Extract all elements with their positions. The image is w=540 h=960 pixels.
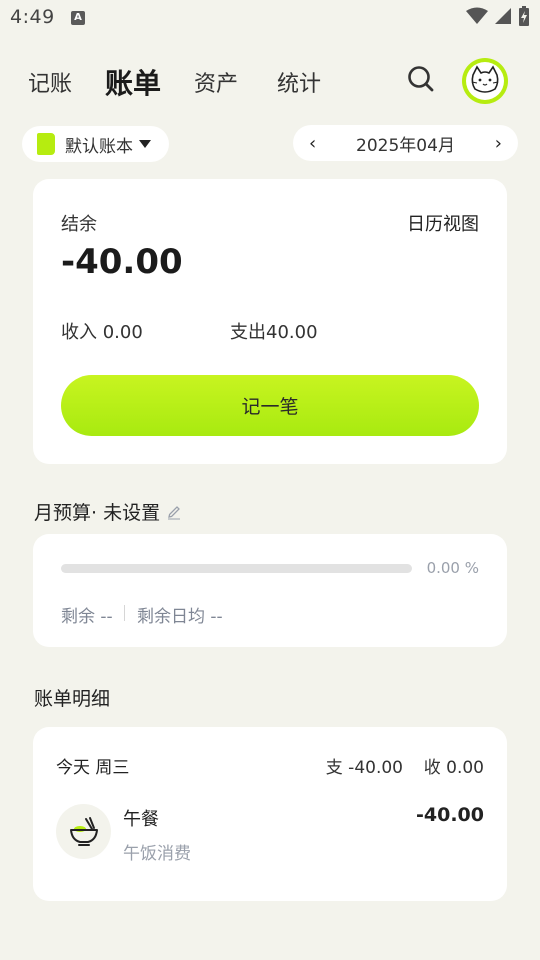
- book-icon: [37, 133, 55, 155]
- summary-card: 结余 日历视图 -40.00 收入 0.00 支出40.00 记一笔: [33, 179, 507, 464]
- balance-value: -40.00: [61, 242, 183, 282]
- item-note: 午饭消费: [123, 844, 191, 864]
- cat-avatar-icon: [471, 65, 499, 93]
- expense-label: 支出: [230, 322, 266, 343]
- prev-month-icon[interactable]: ‹: [309, 133, 316, 154]
- budget-progress-percent: 0.00 %: [426, 559, 479, 577]
- tab-statistics[interactable]: 统计: [277, 66, 321, 98]
- day-group-card: 今天 周三 支 -40.00 收 0.00 午餐 午饭消费 -40.00: [33, 727, 507, 901]
- expense-summary: 支出40.00: [230, 318, 318, 344]
- search-button[interactable]: [404, 62, 440, 98]
- tab-record[interactable]: 记账: [28, 66, 72, 98]
- tab-assets[interactable]: 资产: [194, 66, 238, 98]
- item-amount: -40.00: [416, 804, 484, 826]
- status-icons: [466, 6, 530, 26]
- divider: [124, 605, 125, 621]
- tab-bills[interactable]: 账单: [105, 62, 161, 102]
- budget-progress-bar: [61, 564, 412, 573]
- budget-remaining-daily: 剩余日均 --: [137, 607, 223, 627]
- notification-icon: A: [71, 11, 85, 25]
- budget-title: 月预算· 未设置: [34, 498, 182, 525]
- income-label: 收入: [61, 322, 97, 343]
- status-time: 4:49: [10, 6, 55, 28]
- expense-value: 40.00: [266, 322, 318, 343]
- next-month-icon[interactable]: ›: [495, 133, 502, 154]
- rice-bowl-icon: [69, 816, 98, 846]
- budget-title-text: 月预算· 未设置: [34, 502, 161, 524]
- add-record-button[interactable]: 记一笔: [61, 375, 479, 436]
- search-icon: [408, 66, 434, 92]
- wifi-icon: [466, 7, 488, 24]
- balance-label: 结余: [61, 214, 97, 235]
- edit-icon[interactable]: [166, 504, 182, 520]
- income-summary: 收入 0.00: [61, 318, 143, 344]
- battery-charging-icon: [519, 6, 529, 26]
- item-category-icon: [56, 804, 111, 859]
- month-label[interactable]: 2025年04月: [356, 131, 455, 156]
- budget-remaining: 剩余 --: [61, 607, 113, 627]
- avatar[interactable]: [462, 58, 508, 104]
- income-value: 0.00: [102, 322, 143, 343]
- list-item[interactable]: 午餐 午饭消费 -40.00: [33, 727, 507, 901]
- detail-title: 账单明细: [34, 688, 111, 710]
- account-selector[interactable]: 默认账本: [22, 126, 169, 162]
- month-selector: ‹ 2025年04月 ›: [293, 125, 518, 161]
- calendar-view-link[interactable]: 日历视图: [407, 210, 479, 236]
- budget-card[interactable]: 0.00 % 剩余 -- 剩余日均 --: [33, 534, 507, 647]
- signal-icon: [495, 8, 511, 24]
- item-name: 午餐: [123, 809, 159, 830]
- caret-down-icon: [139, 140, 151, 148]
- account-label: 默认账本: [65, 136, 133, 157]
